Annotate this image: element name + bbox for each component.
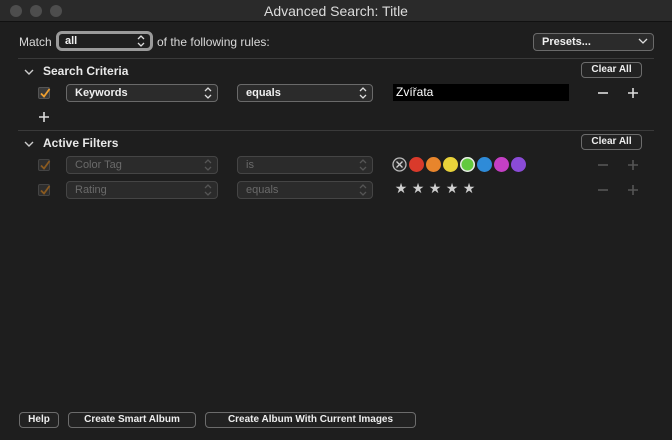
separator-middle — [18, 130, 654, 131]
popup-arrows-icon — [359, 183, 367, 197]
filter-field-popup[interactable]: Color Tag — [66, 156, 218, 174]
color-swatch[interactable] — [443, 157, 458, 172]
search-criteria-title: Search Criteria — [43, 64, 129, 78]
create-album-current-images-button[interactable]: Create Album With Current Images — [205, 412, 416, 428]
star-icon[interactable]: ★ — [462, 181, 476, 197]
rule-field-popup[interactable]: Keywords — [66, 84, 218, 102]
section-collapse-chevron-icon[interactable] — [23, 66, 35, 76]
star-icon[interactable]: ★ — [394, 181, 408, 197]
clear-all-criteria-button[interactable]: Clear All — [581, 62, 642, 78]
popup-arrows-icon — [204, 183, 212, 197]
match-suffix-label: of the following rules: — [157, 35, 270, 49]
color-swatch[interactable] — [426, 157, 441, 172]
help-button[interactable]: Help — [19, 412, 59, 428]
popup-arrows-icon — [359, 86, 367, 100]
remove-filter-icon — [597, 159, 609, 171]
popup-arrows-icon — [204, 86, 212, 100]
popup-arrows-icon — [137, 34, 145, 48]
rule-enabled-checkbox[interactable] — [38, 87, 51, 99]
match-mode-popup[interactable]: all — [56, 31, 153, 51]
clear-all-filters-button[interactable]: Clear All — [581, 134, 642, 150]
star-icon[interactable]: ★ — [445, 181, 459, 197]
filter-operator-popup[interactable]: equals — [237, 181, 373, 199]
separator-top — [18, 58, 654, 59]
color-swatch[interactable] — [409, 157, 424, 172]
remove-filter-icon — [597, 184, 609, 196]
rule-operator-popup[interactable]: equals — [237, 84, 373, 102]
filter-operator-value: is — [246, 159, 254, 171]
match-mode-value: all — [65, 35, 78, 47]
star-icon[interactable]: ★ — [411, 181, 425, 197]
popup-arrows-icon — [204, 158, 212, 172]
presets-popup[interactable]: Presets... — [533, 33, 654, 51]
color-swatch[interactable] — [511, 157, 526, 172]
filter-enabled-checkbox[interactable] — [38, 184, 51, 196]
remove-rule-icon[interactable] — [597, 87, 609, 99]
checkmark-icon — [40, 185, 51, 195]
create-smart-album-button[interactable]: Create Smart Album — [68, 412, 196, 428]
checkmark-icon — [40, 160, 51, 170]
color-swatch[interactable] — [477, 157, 492, 172]
filter-field-popup[interactable]: Rating — [66, 181, 218, 199]
rule-operator-value: equals — [246, 87, 281, 99]
filter-operator-value: equals — [246, 184, 279, 196]
star-icon[interactable]: ★ — [428, 181, 442, 197]
window-title: Advanced Search: Title — [264, 3, 408, 19]
add-criteria-icon[interactable] — [38, 111, 50, 123]
rule-value-input[interactable]: Zvířata — [393, 84, 569, 101]
popup-arrows-icon — [359, 158, 367, 172]
filter-enabled-checkbox[interactable] — [38, 159, 51, 171]
title-bar: Advanced Search: Title — [0, 0, 672, 22]
add-filter-icon — [627, 184, 639, 196]
match-prefix-label: Match — [19, 35, 52, 49]
presets-label: Presets... — [542, 36, 591, 48]
filter-field-value: Rating — [75, 184, 107, 196]
no-color-icon[interactable] — [392, 157, 407, 172]
filter-operator-popup[interactable]: is — [237, 156, 373, 174]
color-swatch[interactable] — [494, 157, 509, 172]
add-filter-icon — [627, 159, 639, 171]
checkmark-icon — [40, 88, 51, 98]
chevron-down-icon — [638, 37, 648, 51]
add-rule-icon[interactable] — [627, 87, 639, 99]
filter-field-value: Color Tag — [75, 159, 122, 171]
color-swatch[interactable] — [460, 157, 475, 172]
section-collapse-chevron-icon[interactable] — [23, 138, 35, 148]
rule-field-value: Keywords — [75, 87, 128, 99]
active-filters-title: Active Filters — [43, 136, 119, 150]
